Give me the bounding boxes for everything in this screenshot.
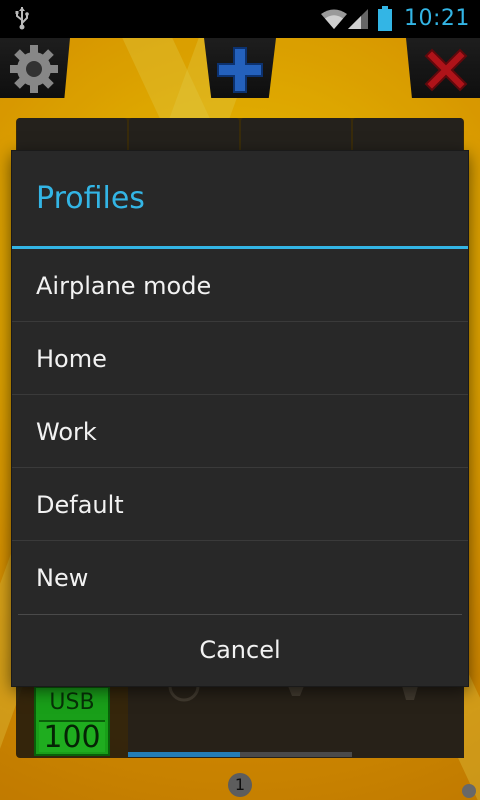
- profile-item-label: Work: [36, 418, 97, 446]
- status-bar: 10:21: [0, 0, 480, 38]
- profile-item-default[interactable]: Default: [12, 468, 468, 541]
- profile-item-label: Default: [36, 491, 124, 519]
- profiles-dialog: Profiles Airplane mode Home Work Default…: [12, 151, 468, 686]
- profile-item-new[interactable]: New: [12, 541, 468, 614]
- dialog-title: Profiles: [36, 181, 145, 216]
- profile-item-home[interactable]: Home: [12, 322, 468, 395]
- profile-item-label: Airplane mode: [36, 272, 212, 300]
- usb-icon: [14, 6, 30, 34]
- screen: 10:21 USB 100 1 Profiles Airplane mode H…: [0, 0, 480, 800]
- profile-item-airplane-mode[interactable]: Airplane mode: [12, 249, 468, 322]
- wifi-icon: [320, 8, 348, 34]
- profile-item-label: Home: [36, 345, 107, 373]
- signal-icon: [346, 7, 370, 35]
- profile-item-label: New: [36, 564, 89, 592]
- profiles-list: Airplane mode Home Work Default New: [12, 249, 468, 614]
- profile-item-work[interactable]: Work: [12, 395, 468, 468]
- battery-icon: [377, 6, 393, 36]
- status-time: 10:21: [404, 6, 470, 31]
- cancel-button[interactable]: Cancel: [12, 615, 468, 686]
